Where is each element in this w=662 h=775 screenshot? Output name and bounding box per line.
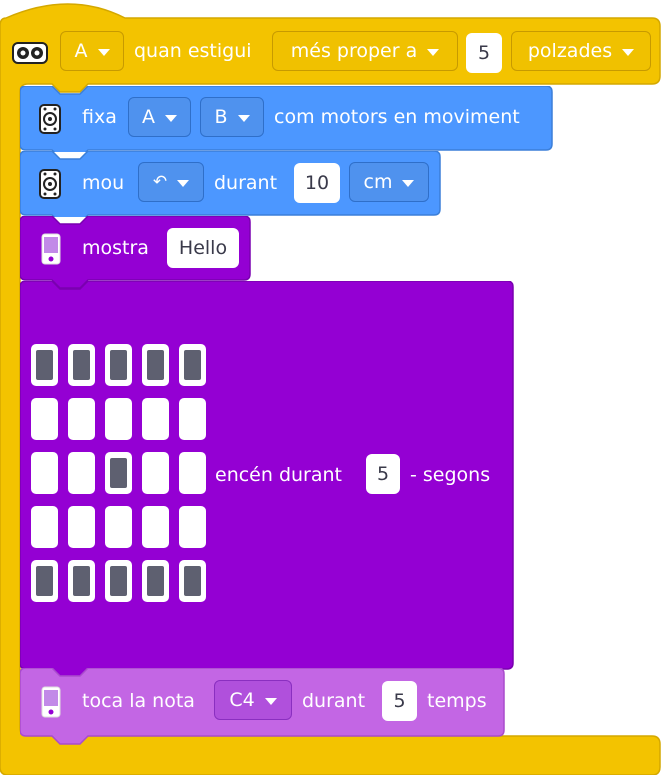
led-pixel[interactable] — [31, 506, 58, 548]
chevron-down-icon — [264, 697, 277, 705]
for-label: durant — [214, 172, 278, 194]
chevron-down-icon — [177, 179, 190, 187]
set-label: fixa — [82, 106, 117, 128]
distance-sensor-icon — [12, 40, 48, 66]
move-amount-input[interactable]: 10 — [294, 163, 340, 203]
led-pixel[interactable] — [142, 560, 169, 602]
chevron-down-icon — [402, 179, 415, 187]
left-motor-port-dropdown[interactable]: A — [128, 97, 191, 137]
unit-dropdown[interactable]: polzades — [511, 31, 651, 71]
text-input[interactable]: Hello — [167, 228, 239, 268]
led-pixel[interactable] — [142, 452, 169, 494]
rotate-left-icon: ↶ — [152, 172, 168, 192]
comparison-value: més proper a — [290, 40, 418, 62]
led-pixel[interactable] — [68, 560, 95, 602]
movement-motors-label: com motors en moviment — [274, 106, 520, 128]
seconds-label: - segons — [410, 464, 491, 486]
led-matrix[interactable] — [31, 344, 207, 608]
led-pixel[interactable] — [179, 506, 206, 548]
distance-input[interactable]: 5 — [466, 33, 502, 73]
chevron-down-icon — [97, 48, 110, 56]
direction-dropdown[interactable]: ↶ — [138, 162, 204, 202]
left-port-value: A — [142, 106, 155, 128]
motor-icon — [39, 104, 61, 134]
right-port-value: B — [214, 106, 228, 128]
sensor-port-dropdown[interactable]: A — [60, 31, 124, 71]
unit-value: polzades — [527, 40, 613, 62]
chevron-down-icon — [165, 114, 177, 122]
comparison-dropdown[interactable]: més proper a — [272, 31, 458, 71]
light-matrix-icon — [41, 233, 61, 265]
led-pixel[interactable] — [31, 398, 58, 440]
move-unit-value: cm — [363, 171, 393, 193]
led-pixel[interactable] — [68, 344, 95, 386]
play-note-label: toca la nota — [82, 690, 195, 712]
led-pixel[interactable] — [179, 344, 206, 386]
led-pixel[interactable] — [31, 560, 58, 602]
led-pixel[interactable] — [105, 506, 132, 548]
light-on-label: encén durant — [215, 464, 342, 486]
seconds-input[interactable]: 5 — [366, 454, 400, 494]
speaker-icon — [41, 686, 61, 718]
led-pixel[interactable] — [31, 344, 58, 386]
note-value: C4 — [229, 689, 255, 711]
led-pixel[interactable] — [142, 506, 169, 548]
note-dropdown[interactable]: C4 — [214, 680, 292, 720]
for-label: durant — [302, 690, 366, 712]
led-pixel[interactable] — [142, 398, 169, 440]
chevron-down-icon — [622, 48, 635, 56]
led-pixel[interactable] — [105, 560, 132, 602]
led-pixel[interactable] — [105, 344, 132, 386]
move-unit-dropdown[interactable]: cm — [349, 162, 429, 202]
show-label: mostra — [82, 237, 149, 259]
sensor-port-value: A — [74, 40, 88, 62]
when-label: quan estigui — [134, 40, 252, 62]
led-pixel[interactable] — [68, 398, 95, 440]
led-pixel[interactable] — [68, 506, 95, 548]
beats-label: temps — [427, 690, 487, 712]
motor-icon — [39, 169, 61, 199]
led-pixel[interactable] — [179, 560, 206, 602]
led-pixel[interactable] — [179, 398, 206, 440]
led-pixel[interactable] — [105, 452, 132, 494]
right-motor-port-dropdown[interactable]: B — [200, 97, 264, 137]
chevron-down-icon — [237, 114, 250, 122]
beats-input[interactable]: 5 — [382, 681, 417, 721]
chevron-down-icon — [427, 48, 440, 56]
led-pixel[interactable] — [142, 344, 169, 386]
led-pixel[interactable] — [68, 452, 95, 494]
led-pixel[interactable] — [31, 452, 58, 494]
led-pixel[interactable] — [105, 398, 132, 440]
move-label: mou — [82, 172, 125, 194]
led-pixel[interactable] — [179, 452, 206, 494]
